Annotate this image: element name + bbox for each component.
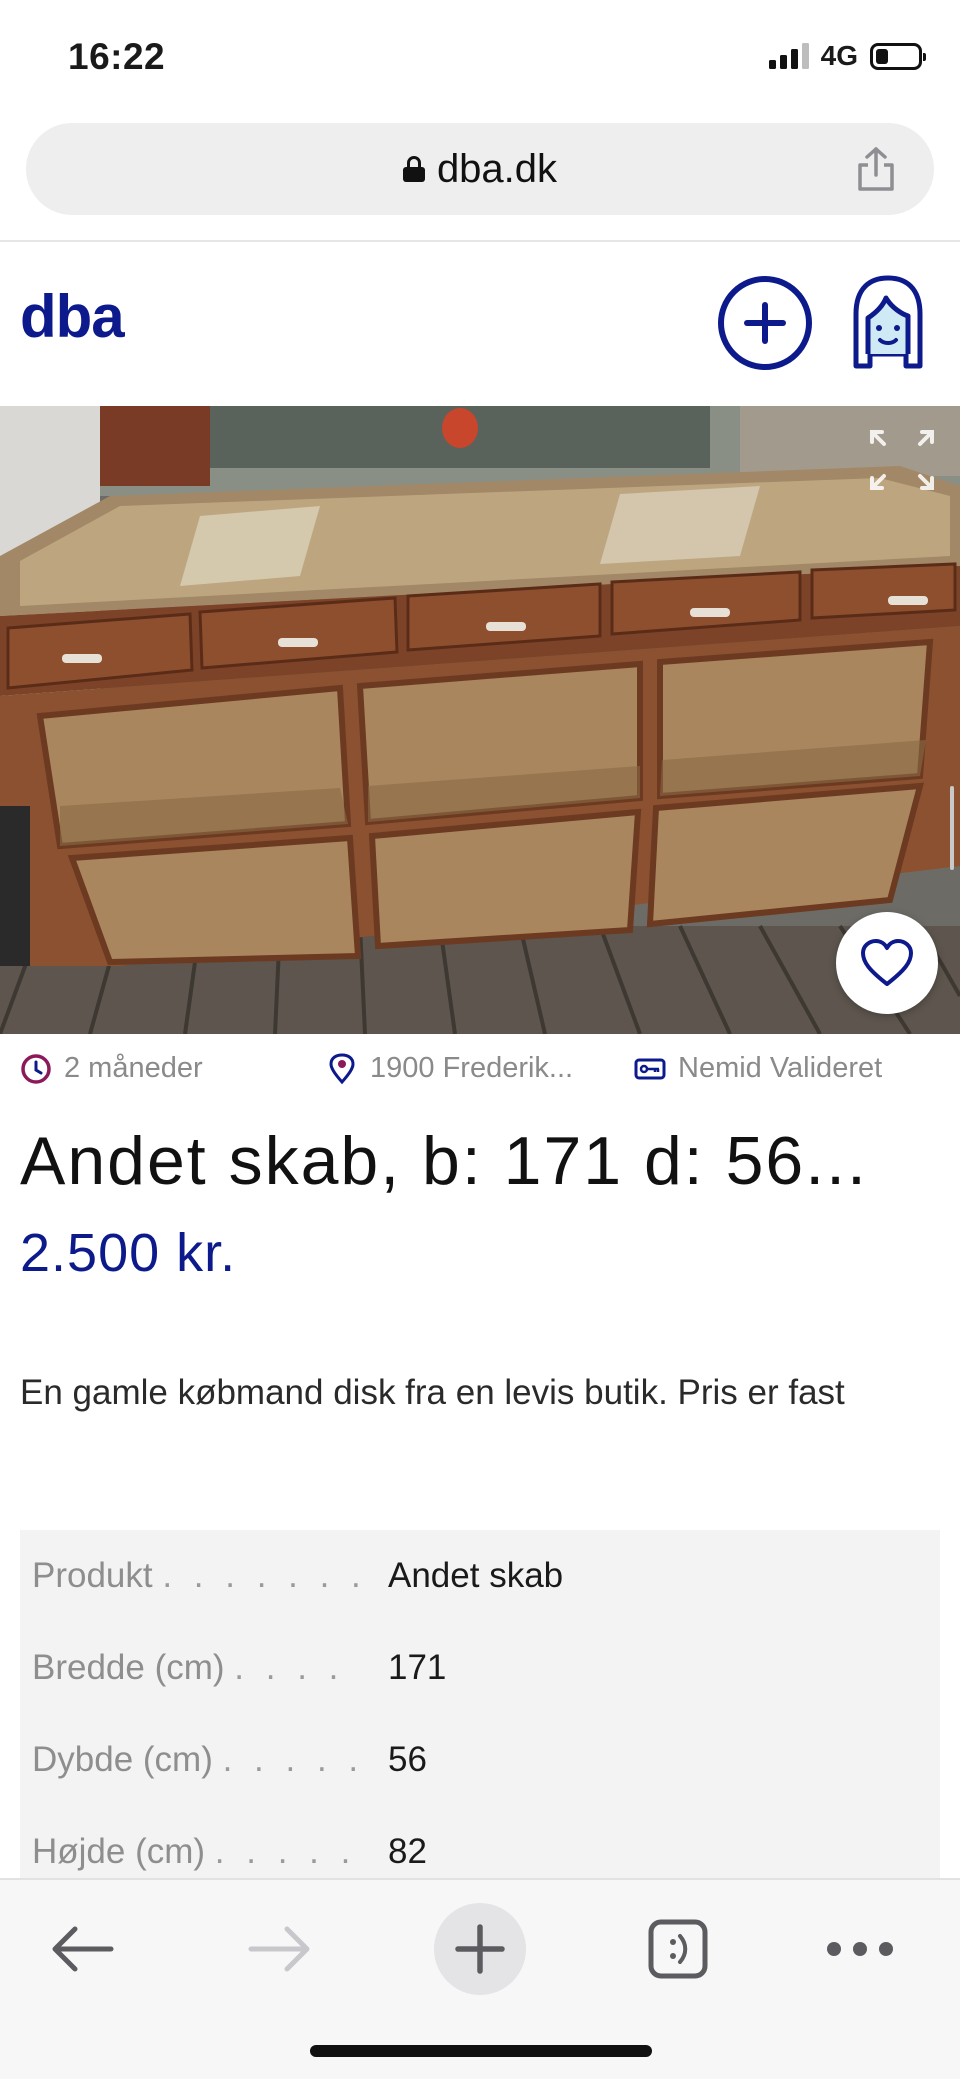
more-icon <box>827 1942 893 1956</box>
photo-cabinet <box>0 406 960 1034</box>
new-tab-button[interactable] <box>420 1894 540 2004</box>
spec-label: Produkt . . . . . . . <box>32 1556 367 1595</box>
status-bar: 16:22 4G <box>0 0 960 115</box>
id-card-icon <box>634 1058 666 1079</box>
spec-label: Højde (cm) . . . . . <box>32 1832 357 1871</box>
heart-icon <box>861 939 913 986</box>
spec-value: Andet skab <box>388 1556 564 1595</box>
spec-value: 56 <box>388 1740 427 1779</box>
clock-icon <box>21 1053 51 1084</box>
listing-age-text: 2 måneder <box>64 1052 203 1084</box>
new-tab-icon <box>434 1903 526 1995</box>
listing-location[interactable]: 1900 Frederik... <box>326 1052 573 1085</box>
forward-button[interactable] <box>220 1894 340 2004</box>
status-time: 16:22 <box>68 36 166 77</box>
more-button[interactable] <box>800 1894 920 2004</box>
spec-row: Bredde (cm) . . . . 171 <box>20 1622 940 1714</box>
expand-icon[interactable] <box>868 428 936 492</box>
signal-icon <box>768 43 809 69</box>
spec-label: Bredde (cm) . . . . <box>32 1648 345 1687</box>
header-divider <box>0 240 960 242</box>
add-listing-icon[interactable] <box>718 276 812 370</box>
listing-location-text: 1900 Frederik... <box>370 1052 574 1084</box>
spec-row: Højde (cm) . . . . . 82 <box>20 1806 940 1882</box>
profile-avatar-icon[interactable] <box>848 274 928 370</box>
listing-verified-text: Nemid Valideret <box>678 1052 883 1084</box>
share-icon[interactable] <box>854 145 898 193</box>
dba-logo[interactable]: dba <box>20 282 125 351</box>
tabs-icon <box>648 1919 708 1979</box>
listing-price: 2.500 kr. <box>20 1223 237 1283</box>
spec-row: Dybde (cm) . . . . . 56 <box>20 1714 940 1806</box>
scroll-indicator <box>950 786 954 870</box>
listing-description: En gamle købmand disk fra en levis butik… <box>20 1373 845 1412</box>
spec-label: Dybde (cm) . . . . . <box>32 1740 365 1779</box>
tabs-button[interactable] <box>618 1894 738 2004</box>
spec-value: 171 <box>388 1648 447 1687</box>
location-pin-icon <box>329 1052 355 1084</box>
battery-icon <box>870 42 926 70</box>
favorite-button[interactable] <box>836 912 938 1014</box>
network-type: 4G <box>820 40 858 71</box>
back-button[interactable] <box>22 1894 142 2004</box>
listing-verified: Nemid Valideret <box>634 1052 882 1085</box>
listing-title: Andet skab, b: 171 d: 56... <box>20 1123 868 1199</box>
address-bar[interactable]: dba.dk <box>26 123 934 215</box>
spec-table: Produkt . . . . . . . Andet skab Bredde … <box>20 1530 940 1882</box>
spec-row: Produkt . . . . . . . Andet skab <box>20 1530 940 1622</box>
url-display[interactable]: dba.dk <box>26 123 934 215</box>
listing-meta: 2 måneder 1900 Frederik... Nemid Valider… <box>20 1052 940 1092</box>
home-indicator[interactable] <box>310 2045 652 2057</box>
lock-icon <box>402 156 425 182</box>
status-indicators: 4G <box>768 40 926 72</box>
url-text: dba.dk <box>436 146 558 191</box>
listing-age: 2 måneder <box>20 1052 203 1085</box>
forward-arrow-icon <box>248 1926 310 1972</box>
listing-photo[interactable] <box>0 406 960 1034</box>
spec-value: 82 <box>388 1832 427 1871</box>
back-arrow-icon <box>52 1926 114 1972</box>
